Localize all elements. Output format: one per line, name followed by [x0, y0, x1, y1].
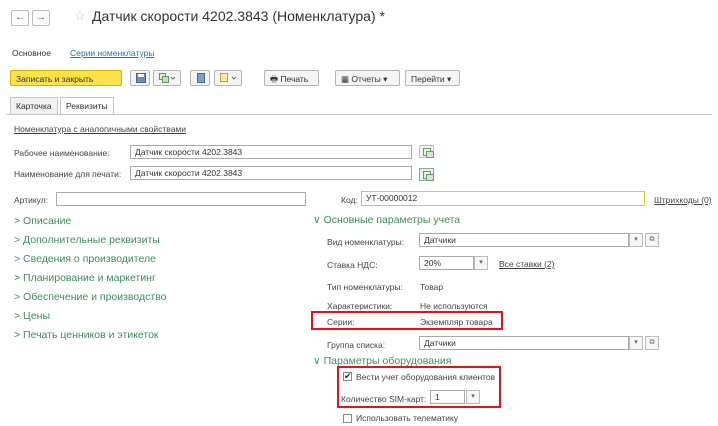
group-prices[interactable]: > Цены	[14, 310, 50, 322]
open-link-icon[interactable]: ⧉	[645, 336, 659, 350]
barcodes-link[interactable]: Штрихкоды (0)	[654, 195, 712, 205]
nomenclature-type-label: Вид номенклатуры:	[327, 237, 405, 247]
arrow-left-icon: ←	[15, 12, 25, 23]
save-button[interactable]	[130, 70, 150, 86]
code-label: Код:	[341, 195, 358, 205]
copy-name-icon[interactable]	[419, 145, 434, 158]
reports-button-label: Отчеты	[351, 74, 381, 84]
print-button-label: Печать	[280, 74, 309, 84]
section-tab-series[interactable]: Серии номенклатуры	[70, 48, 154, 58]
print-name-label: Наименование для печати:	[14, 169, 122, 179]
vat-rate-field[interactable]: 20%	[419, 256, 474, 270]
characteristics-value: Не используются	[420, 301, 488, 311]
track-clients-equipment-checkbox[interactable]: ✔	[343, 372, 352, 381]
similar-properties-link[interactable]: Номенклатура с аналогичными свойствами	[14, 124, 186, 134]
chevron-down-icon: ▾	[380, 74, 388, 84]
track-clients-equipment-label: Вести учет оборудования клиентов	[356, 372, 496, 382]
dropdown-chevron-icon[interactable]: ▾	[629, 233, 643, 247]
list-view-button[interactable]	[190, 70, 210, 86]
vat-rate-label: Ставка НДС:	[327, 260, 378, 270]
copy-green-icon	[159, 73, 176, 83]
group-description[interactable]: > Описание	[14, 215, 71, 227]
page-title: Датчик скорости 4202.3843 (Номенклатура)…	[92, 8, 385, 24]
nomenclature-kind-value: Товар	[420, 282, 444, 292]
use-telematics-checkbox[interactable]	[343, 414, 352, 423]
dropdown-chevron-icon[interactable]: ▾	[466, 390, 480, 404]
goto-button[interactable]: Перейти ▾	[405, 70, 460, 86]
article-field[interactable]	[56, 192, 306, 206]
save-and-close-button[interactable]: Записать и закрыть	[10, 70, 122, 86]
report-icon: ▦	[341, 74, 352, 84]
article-label: Артикул:	[14, 195, 49, 205]
tab-card[interactable]: Карточка	[10, 97, 58, 114]
list-group-field[interactable]: Датчики	[419, 336, 629, 350]
dropdown-chevron-icon[interactable]: ▾	[629, 336, 643, 350]
favorite-star-icon[interactable]: ☆	[74, 8, 86, 24]
work-name-field[interactable]: Датчик скорости 4202.3843	[130, 145, 412, 159]
series-value: Экземпляр товара	[420, 317, 493, 327]
goto-button-label: Перейти	[411, 74, 445, 84]
nomenclature-kind-label: Тип номенклатуры:	[327, 282, 403, 292]
back-button[interactable]: ←	[11, 10, 29, 26]
all-rates-link[interactable]: Все ставки (2)	[499, 259, 555, 269]
forward-button[interactable]: →	[32, 10, 50, 26]
series-label: Серии:	[327, 317, 355, 327]
print-button[interactable]: 🖶 Печать	[264, 70, 319, 86]
printer-icon: 🖶	[270, 74, 281, 84]
print-name-field[interactable]: Датчик скорости 4202.3843	[130, 166, 412, 180]
section-tab-main[interactable]: Основное	[12, 48, 51, 58]
copy-menu-button[interactable]	[153, 70, 181, 86]
group-manufacturer-info[interactable]: > Сведения о производителе	[14, 253, 156, 265]
reports-button[interactable]: ▦ Отчеты ▾	[335, 70, 400, 86]
characteristics-label: Характеристики:	[327, 301, 393, 311]
use-telematics-label: Использовать телематику	[356, 413, 459, 423]
create-based-icon	[220, 73, 237, 82]
group-price-tags-labels[interactable]: > Печать ценников и этикеток	[14, 329, 159, 341]
arrow-right-icon: →	[36, 12, 46, 23]
group-accounting-parameters[interactable]: ∨ Основные параметры учета	[313, 214, 460, 226]
list-group-label: Группа списка:	[327, 340, 386, 350]
copy-print-name-icon[interactable]	[419, 168, 434, 181]
code-field[interactable]: УТ-00000012	[361, 191, 645, 206]
group-additional-requisites[interactable]: > Дополнительные реквизиты	[14, 234, 160, 246]
open-link-icon[interactable]: ⧉	[645, 233, 659, 247]
floppy-disk-icon	[136, 73, 146, 83]
nomenclature-type-field[interactable]: Датчики	[419, 233, 629, 247]
work-name-label: Рабочее наименование:	[14, 148, 110, 158]
tab-requisites[interactable]: Реквизиты	[60, 97, 114, 115]
group-supply-production[interactable]: > Обеспечение и производство	[14, 291, 167, 303]
sim-count-field[interactable]: 1	[430, 390, 465, 404]
chevron-down-icon: ▾	[444, 74, 452, 84]
dropdown-chevron-icon[interactable]: ▾	[474, 256, 488, 270]
group-planning-marketing[interactable]: > Планирование и маркетинг	[14, 272, 156, 284]
create-based-on-button[interactable]	[214, 70, 242, 86]
sim-count-label: Количество SIM-карт:	[341, 394, 427, 404]
document-icon	[197, 73, 205, 83]
